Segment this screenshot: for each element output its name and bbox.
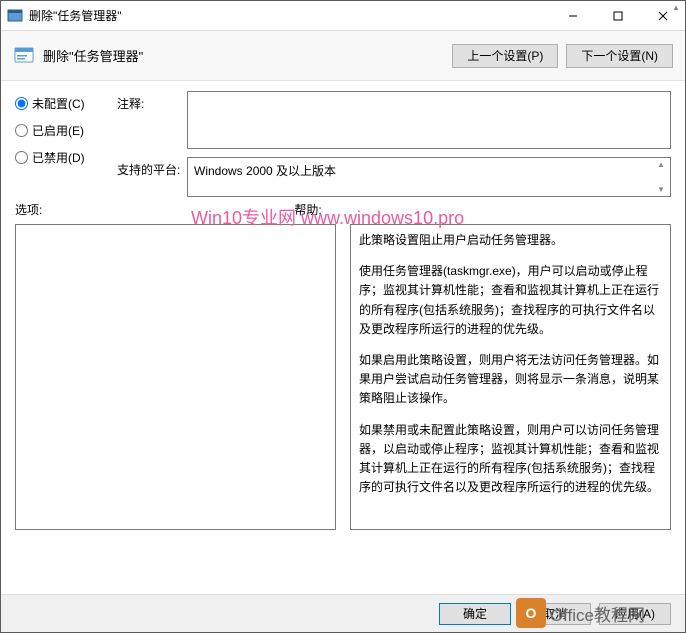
scroll-indicator: ▲▼ [654,160,668,194]
radio-disabled[interactable]: 已禁用(D) [15,149,99,166]
radio-not-configured-label: 未配置(C) [32,95,85,112]
window-title: 删除"任务管理器" [29,7,550,24]
help-paragraph: 使用任务管理器(taskmgr.exe)，用户可以启动或停止程序；监视其计算机性… [359,262,662,339]
dialog-footer: 确定 取消 应用(A) O Office教程网 [1,594,685,632]
header-bar: 删除"任务管理器" 上一个设置(P) 下一个设置(N) [1,31,685,81]
platform-text: Windows 2000 及以上版本 [194,164,336,178]
help-label: 帮助: [294,201,321,218]
cancel-button[interactable]: 取消 [519,603,591,625]
help-paragraph: 如果禁用或未配置此策略设置，则用户可以访问任务管理器，以启动或停止程序；监视其计… [359,421,662,498]
comment-textarea[interactable]: ▲▼ [187,91,671,149]
previous-setting-button[interactable]: 上一个设置(P) [452,44,558,68]
panel-labels-row: 选项: 帮助: [1,197,685,218]
platform-label: 支持的平台: [117,157,181,178]
minimize-button[interactable] [550,1,595,31]
maximize-icon [613,11,623,21]
comment-row: 注释: ▲▼ [117,91,671,149]
comment-label: 注释: [117,91,181,112]
next-setting-button[interactable]: 下一个设置(N) [566,44,673,68]
close-icon [658,11,668,21]
radio-not-configured[interactable]: 未配置(C) [15,95,99,112]
scroll-indicator: ▲▼ [669,91,671,149]
details-column: 注释: ▲▼ 支持的平台: Windows 2000 及以上版本 ▲▼ [117,91,671,197]
ok-button[interactable]: 确定 [439,603,511,625]
maximize-button[interactable] [595,1,640,31]
window-controls [550,1,685,31]
radio-enabled[interactable]: 已启用(E) [15,122,99,139]
radio-not-configured-input[interactable] [15,97,28,110]
dialog-window: 删除"任务管理器" 删除"任务管理器" 上一个设置(P) 下一个设置(N) 未配… [0,0,686,633]
radio-disabled-label: 已禁用(D) [32,149,85,166]
help-panel: 此策略设置阻止用户启动任务管理器。 使用任务管理器(taskmgr.exe)，用… [350,224,671,530]
minimize-icon [568,11,578,21]
platform-row: 支持的平台: Windows 2000 及以上版本 ▲▼ [117,157,671,197]
titlebar: 删除"任务管理器" [1,1,685,31]
state-radio-group: 未配置(C) 已启用(E) 已禁用(D) [15,91,99,197]
policy-icon [13,45,35,67]
header-title: 删除"任务管理器" [43,46,444,65]
radio-disabled-input[interactable] [15,151,28,164]
apply-button[interactable]: 应用(A) [599,603,671,625]
app-icon [7,8,23,24]
radio-enabled-input[interactable] [15,124,28,137]
platform-textarea: Windows 2000 及以上版本 ▲▼ [187,157,671,197]
help-paragraph: 如果启用此策略设置，则用户将无法访问任务管理器。如果用户尝试启动任务管理器，则将… [359,351,662,409]
panels-row: 此策略设置阻止用户启动任务管理器。 使用任务管理器(taskmgr.exe)，用… [1,218,685,538]
config-area: 未配置(C) 已启用(E) 已禁用(D) 注释: ▲▼ 支持的平台: Wi [1,81,685,197]
radio-enabled-label: 已启用(E) [32,122,84,139]
options-panel [15,224,336,530]
help-paragraph: 此策略设置阻止用户启动任务管理器。 [359,231,662,250]
options-label: 选项: [15,201,42,218]
